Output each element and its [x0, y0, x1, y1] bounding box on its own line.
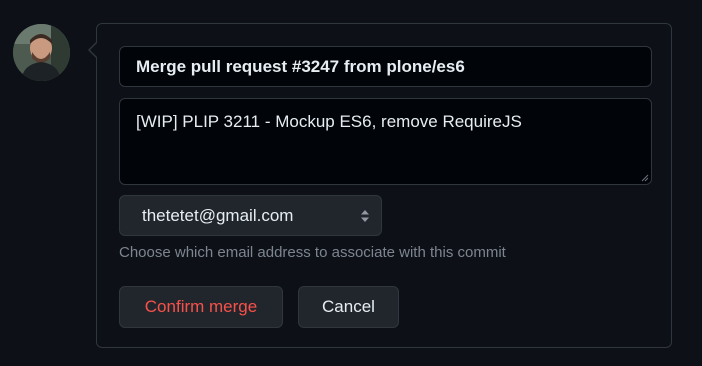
- commit-message-textarea[interactable]: [WIP] PLIP 3211 - Mockup ES6, remove Req…: [119, 98, 652, 185]
- user-avatar-image: [13, 24, 70, 81]
- confirm-merge-button[interactable]: Confirm merge: [119, 286, 283, 328]
- commit-email-value: thetetet@gmail.com: [142, 206, 294, 225]
- merge-commit-form-area: Merge pull request #3247 from plone/es6 …: [0, 0, 702, 366]
- commit-message-text: [WIP] PLIP 3211 - Mockup ES6, remove Req…: [136, 112, 522, 131]
- resize-handle-icon[interactable]: [641, 174, 649, 182]
- avatar[interactable]: [13, 24, 70, 81]
- panel-caret: [88, 41, 98, 59]
- commit-email-hint: Choose which email address to associate …: [119, 244, 506, 261]
- cancel-button[interactable]: Cancel: [298, 286, 399, 328]
- merge-commit-panel: Merge pull request #3247 from plone/es6 …: [88, 23, 672, 348]
- commit-email-select[interactable]: thetetet@gmail.com: [119, 195, 382, 236]
- commit-title-input[interactable]: Merge pull request #3247 from plone/es6: [119, 46, 652, 87]
- select-arrows-icon: [361, 210, 369, 222]
